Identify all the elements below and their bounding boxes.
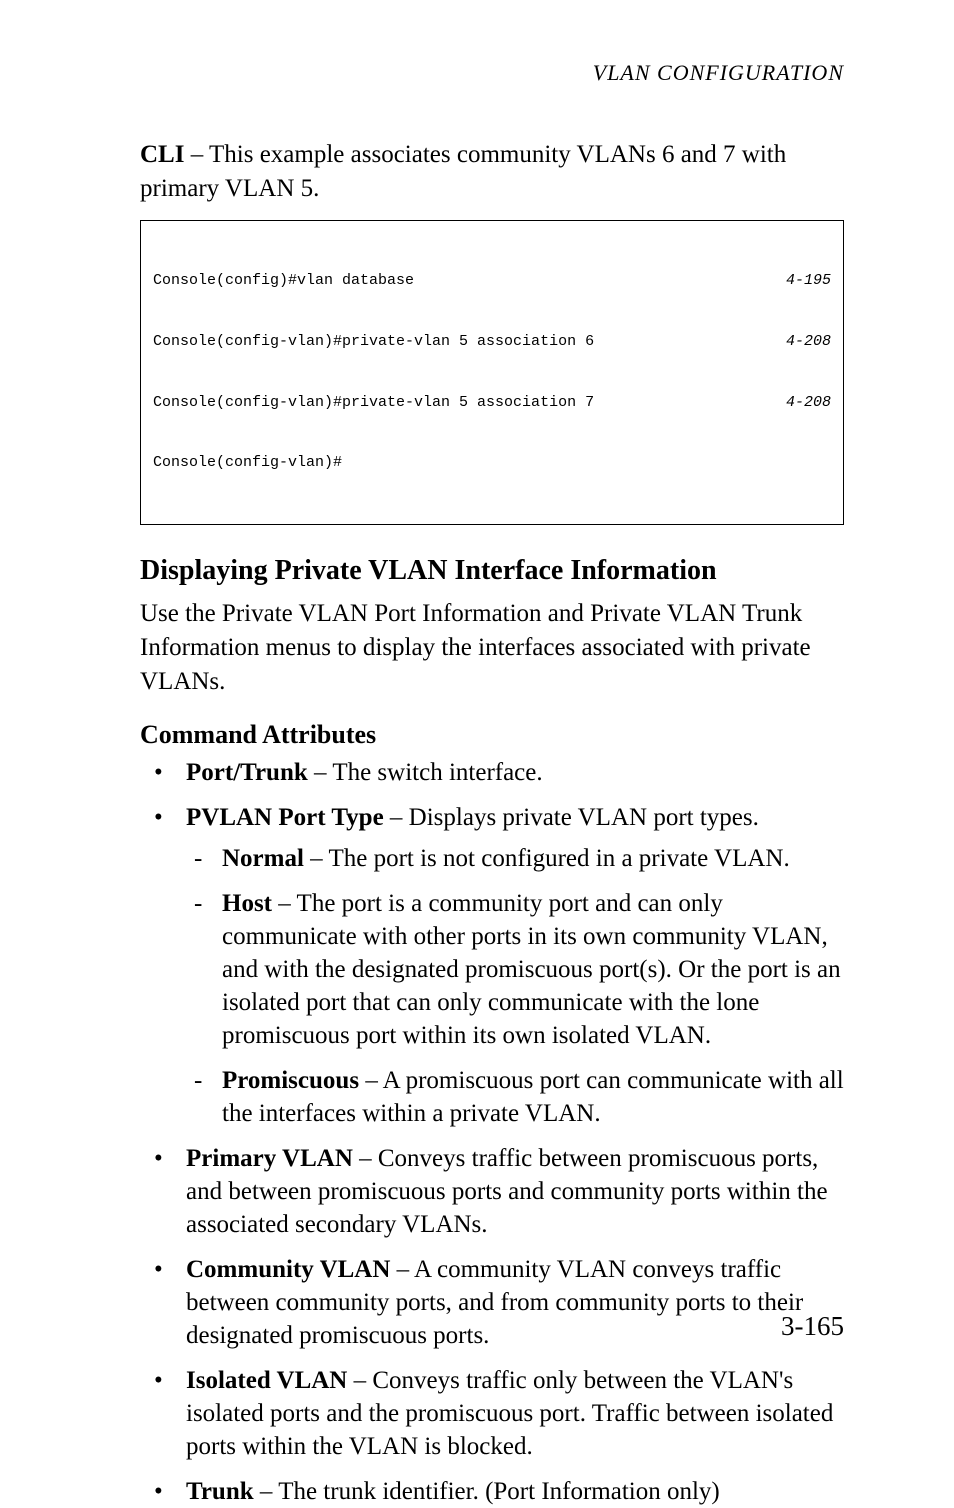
code-line: Console(config-vlan)#private-vlan 5 asso… xyxy=(153,393,831,413)
intro-paragraph: CLI – This example associates community … xyxy=(140,138,844,206)
code-cmd: Console(config-vlan)# xyxy=(153,453,342,473)
command-attributes-heading: Command Attributes xyxy=(140,720,844,750)
list-item: PVLAN Port Type – Displays private VLAN … xyxy=(140,801,844,1130)
desc: – The port is a community port and can o… xyxy=(222,890,841,1049)
list-item: Isolated VLAN – Conveys traffic only bet… xyxy=(140,1364,844,1463)
list-item: Trunk – The trunk identifier. (Port Info… xyxy=(140,1475,844,1508)
code-ref: 4-208 xyxy=(786,393,831,413)
list-item: Host – The port is a community port and … xyxy=(186,887,844,1052)
sub-list: Normal – The port is not configured in a… xyxy=(186,842,844,1130)
term: Community VLAN xyxy=(186,1256,390,1283)
term: Trunk xyxy=(186,1478,254,1505)
intro-text: – This example associates community VLAN… xyxy=(140,141,786,202)
term: PVLAN Port Type xyxy=(186,804,384,831)
term: Port/Trunk xyxy=(186,759,308,786)
code-ref: 4-195 xyxy=(786,271,831,291)
term: Host xyxy=(222,890,272,917)
code-cmd: Console(config)#vlan database xyxy=(153,271,414,291)
list-item: Port/Trunk – The switch interface. xyxy=(140,756,844,789)
desc: – The port is not configured in a privat… xyxy=(304,845,790,872)
list-item: Normal – The port is not configured in a… xyxy=(186,842,844,875)
code-cmd: Console(config-vlan)#private-vlan 5 asso… xyxy=(153,332,594,352)
code-line: Console(config-vlan)# xyxy=(153,453,831,473)
attributes-list: Port/Trunk – The switch interface. PVLAN… xyxy=(140,756,844,1508)
code-cmd: Console(config-vlan)#private-vlan 5 asso… xyxy=(153,393,594,413)
term: Primary VLAN xyxy=(186,1145,353,1172)
page-number: 3-165 xyxy=(781,1311,844,1342)
desc: – Displays private VLAN port types. xyxy=(384,804,759,831)
desc: – The switch interface. xyxy=(308,759,543,786)
term: Isolated VLAN xyxy=(186,1367,347,1394)
list-item: Primary VLAN – Conveys traffic between p… xyxy=(140,1142,844,1241)
section-paragraph: Use the Private VLAN Port Information an… xyxy=(140,597,844,698)
list-item: Community VLAN – A community VLAN convey… xyxy=(140,1253,844,1352)
code-line: Console(config-vlan)#private-vlan 5 asso… xyxy=(153,332,831,352)
code-ref: 4-208 xyxy=(786,332,831,352)
term: Promiscuous xyxy=(222,1067,359,1094)
running-header: VLAN CONFIGURATION xyxy=(140,60,844,86)
desc: – The trunk identifier. (Port Informatio… xyxy=(254,1478,720,1505)
list-item: Promiscuous – A promiscuous port can com… xyxy=(186,1064,844,1130)
section-heading: Displaying Private VLAN Interface Inform… xyxy=(140,555,844,587)
term: Normal xyxy=(222,845,304,872)
page: VLAN CONFIGURATION CLI – This example as… xyxy=(0,0,954,1388)
code-block: Console(config)#vlan database 4-195 Cons… xyxy=(140,220,844,526)
cli-label: CLI xyxy=(140,141,184,168)
code-line: Console(config)#vlan database 4-195 xyxy=(153,271,831,291)
